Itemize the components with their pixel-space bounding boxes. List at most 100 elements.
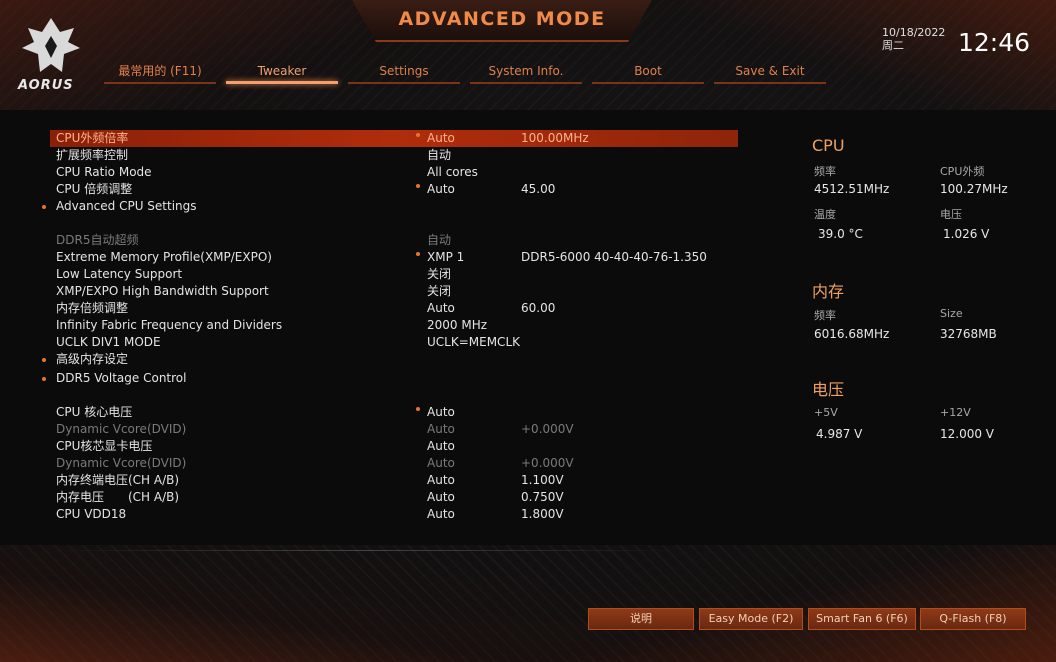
- setting-label: 内存电压 (CH A/B): [56, 490, 180, 504]
- setting-row[interactable]: UCLK DIV1 MODE UCLK=MEMCLK: [0, 334, 760, 351]
- memory-size-label: Size: [940, 307, 963, 320]
- modified-dot-icon: [416, 133, 420, 137]
- setting-label: DDR5自动超频: [56, 233, 139, 247]
- setting-row[interactable]: Low Latency Support 关闭: [0, 266, 760, 283]
- submenu-dot-icon: [42, 377, 46, 381]
- setting-label: CPU VDD18: [56, 507, 127, 521]
- setting-label: CPU Ratio Mode: [56, 165, 152, 179]
- setting-label: Infinity Fabric Frequency and Dividers: [56, 318, 283, 332]
- setting-label: 内存终端电压(CH A/B): [56, 473, 180, 487]
- cpu-freq-value: 4512.51MHz: [814, 182, 890, 196]
- setting-value[interactable]: All cores: [427, 164, 478, 181]
- setting-label: Advanced CPU Settings: [56, 199, 197, 213]
- setting-value[interactable]: 2000 MHz: [427, 317, 487, 334]
- help-button[interactable]: 说明: [588, 608, 694, 630]
- setting-row[interactable]: DDR5 Voltage Control: [0, 370, 760, 387]
- tab-settings[interactable]: Settings: [348, 62, 460, 86]
- setting-row[interactable]: DDR5自动超频 自动: [0, 232, 760, 249]
- setting-row[interactable]: CPU外频倍率 Auto 100.00MHz: [50, 130, 738, 147]
- smart-fan-button[interactable]: Smart Fan 6 (F6): [808, 608, 916, 630]
- setting-value[interactable]: Auto: [427, 506, 455, 523]
- setting-label: Low Latency Support: [56, 267, 183, 281]
- setting-label: 高级内存设定: [56, 352, 129, 366]
- voltage-section-title: 电压: [812, 380, 845, 399]
- setting-row[interactable]: 内存终端电压(CH A/B) Auto 1.100V: [0, 472, 760, 489]
- submenu-dot-icon: [42, 205, 46, 209]
- setting-value[interactable]: 自动: [427, 232, 451, 249]
- setting-row[interactable]: XMP/EXPO High Bandwidth Support 关闭: [0, 283, 760, 300]
- setting-label: CPU外频倍率: [56, 131, 129, 145]
- setting-row[interactable]: 扩展频率控制 自动: [0, 147, 760, 164]
- setting-value[interactable]: 关闭: [427, 266, 451, 283]
- setting-label: XMP/EXPO High Bandwidth Support: [56, 284, 269, 298]
- setting-row[interactable]: 内存电压 (CH A/B) Auto 0.750V: [0, 489, 760, 506]
- submenu-dot-icon: [42, 358, 46, 362]
- setting-value[interactable]: Auto: [427, 181, 455, 198]
- setting-row[interactable]: Infinity Fabric Frequency and Dividers 20…: [0, 317, 760, 334]
- setting-label: DDR5 Voltage Control: [56, 371, 187, 385]
- setting-value[interactable]: 自动: [427, 147, 451, 164]
- setting-value[interactable]: Auto: [427, 421, 455, 438]
- setting-current-value: +0.000V: [521, 456, 574, 470]
- clock-time: 12:46: [958, 28, 1031, 57]
- tab-tweaker[interactable]: Tweaker: [226, 62, 338, 86]
- setting-row[interactable]: Dynamic Vcore(DVID) Auto +0.000V: [0, 455, 760, 472]
- cpu-freq-label: 频率: [814, 165, 836, 178]
- setting-value[interactable]: Auto: [427, 300, 455, 317]
- setting-row[interactable]: CPU VDD18 Auto 1.800V: [0, 506, 760, 523]
- cpu-temp-label: 温度: [814, 208, 836, 221]
- setting-value[interactable]: Auto: [427, 438, 455, 455]
- cpu-volt-label: 电压: [940, 208, 962, 221]
- setting-value[interactable]: Auto: [427, 130, 455, 147]
- setting-label: Dynamic Vcore(DVID): [56, 456, 187, 470]
- memory-freq-label: 频率: [814, 309, 836, 322]
- setting-row[interactable]: Extreme Memory Profile(XMP/EXPO) XMP 1 DDR…: [0, 249, 760, 266]
- tab-boot[interactable]: Boot: [592, 62, 704, 86]
- easy-mode-button[interactable]: Easy Mode (F2): [699, 608, 803, 630]
- footer-background: [0, 545, 1056, 662]
- setting-row[interactable]: Dynamic Vcore(DVID) Auto +0.000V: [0, 421, 760, 438]
- cpu-section-title: CPU: [812, 136, 845, 155]
- setting-value[interactable]: Auto: [427, 404, 455, 421]
- setting-current-value: 0.750V: [521, 490, 564, 504]
- memory-freq-value: 6016.68MHz: [814, 327, 890, 341]
- cpu-bclk-label: CPU外频: [940, 165, 985, 178]
- setting-current-value: 1.100V: [521, 473, 564, 487]
- setting-value[interactable]: Auto: [427, 455, 455, 472]
- tab-favorites[interactable]: 最常用的 (F11): [104, 62, 216, 86]
- setting-label: CPU 核心电压: [56, 405, 133, 419]
- setting-current-value: 1.800V: [521, 507, 564, 521]
- setting-current-value: 60.00: [521, 301, 556, 315]
- setting-row[interactable]: CPU核芯显卡电压 Auto: [0, 438, 760, 455]
- date-display: 10/18/2022 周二: [882, 26, 945, 52]
- setting-value[interactable]: Auto: [427, 472, 455, 489]
- setting-label: 扩展频率控制: [56, 148, 129, 162]
- setting-row[interactable]: CPU 倍频调整 Auto 45.00: [0, 181, 760, 198]
- qflash-button[interactable]: Q-Flash (F8): [920, 608, 1026, 630]
- tab-save-exit[interactable]: Save & Exit: [714, 62, 826, 86]
- setting-row[interactable]: CPU Ratio Mode All cores: [0, 164, 760, 181]
- modified-dot-icon: [416, 407, 420, 411]
- voltage-5v-label: +5V: [814, 406, 838, 419]
- setting-current-value: +0.000V: [521, 422, 574, 436]
- aorus-logo-text: AORUS: [18, 78, 74, 93]
- setting-value[interactable]: XMP 1: [427, 249, 464, 266]
- setting-row[interactable]: Advanced CPU Settings: [0, 198, 760, 215]
- setting-row[interactable]: 高级内存设定: [0, 351, 760, 368]
- setting-value[interactable]: Auto: [427, 489, 455, 506]
- memory-size-value: 32768MB: [940, 327, 997, 341]
- setting-label: CPU 倍频调整: [56, 182, 133, 196]
- modified-dot-icon: [416, 184, 420, 188]
- setting-current-value: 100.00MHz: [521, 131, 589, 145]
- setting-row[interactable]: 内存倍频调整 Auto 60.00: [0, 300, 760, 317]
- setting-value[interactable]: 关闭: [427, 283, 451, 300]
- cpu-temp-value: 39.0 °C: [818, 227, 863, 241]
- setting-row[interactable]: CPU 核心电压 Auto: [0, 404, 760, 421]
- cpu-volt-value: 1.026 V: [943, 227, 990, 241]
- memory-section-title: 内存: [812, 282, 845, 301]
- setting-value[interactable]: UCLK=MEMCLK: [427, 334, 520, 351]
- setting-current-value: DDR5-6000 40-40-40-76-1.350: [521, 250, 707, 264]
- setting-label: UCLK DIV1 MODE: [56, 335, 161, 349]
- page-title: ADVANCED MODE: [398, 8, 606, 30]
- tab-system-info[interactable]: System Info.: [470, 62, 582, 86]
